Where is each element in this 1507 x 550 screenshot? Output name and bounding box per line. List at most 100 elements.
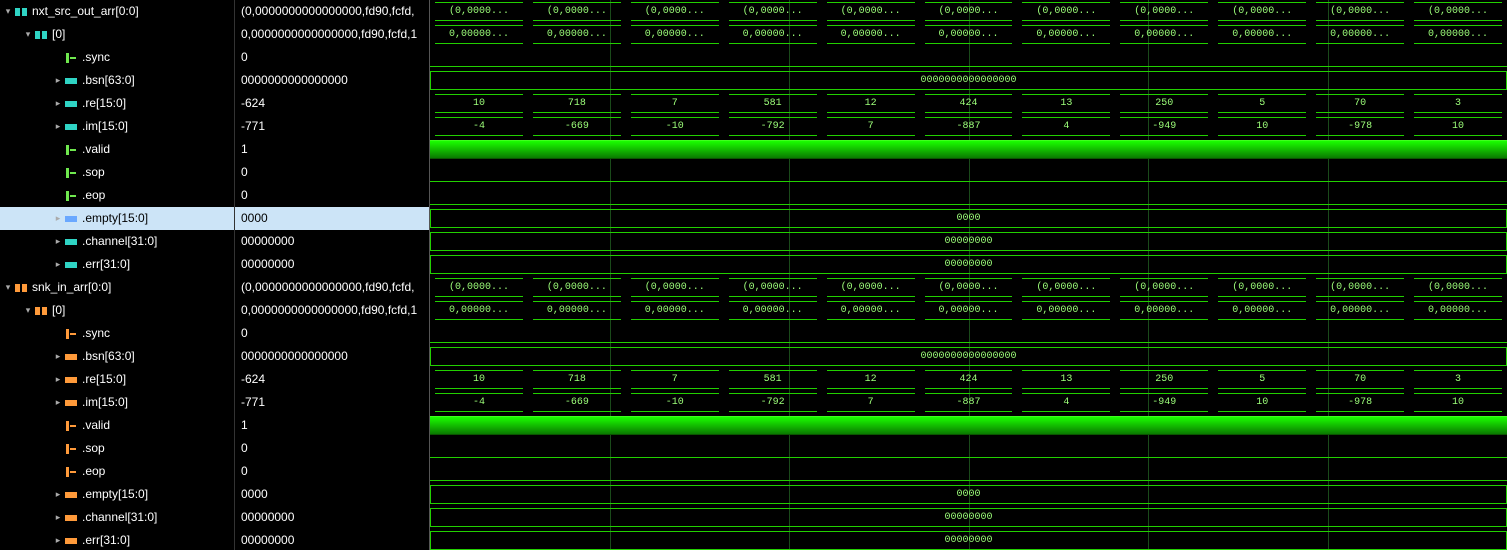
waveform-row[interactable]: [430, 46, 1507, 69]
signal-name-label: .valid: [82, 414, 110, 437]
bus-value-segment: 10: [1414, 393, 1502, 412]
expand-toggle-icon[interactable]: ▸: [52, 92, 64, 115]
signal-value-cell: (0,0000000000000000,fd90,fcfd,: [235, 0, 429, 23]
signal-row[interactable]: ▸.re[15:0]: [0, 92, 234, 115]
expand-toggle-icon[interactable]: ▸: [52, 506, 64, 529]
waveform-row[interactable]: 00000000: [430, 230, 1507, 253]
signal-row[interactable]: ▸.eop: [0, 460, 234, 483]
bus-value-segment: 0000: [430, 485, 1507, 504]
waveform-row[interactable]: 0,00000...0,00000...0,00000...0,00000...…: [430, 23, 1507, 46]
expand-toggle-icon[interactable]: ▾: [2, 0, 14, 23]
signal-row[interactable]: ▸.valid: [0, 414, 234, 437]
waveform-row[interactable]: 10718758112424132505703: [430, 92, 1507, 115]
signal-row[interactable]: ▸ .empty[15:0]: [0, 207, 234, 230]
signal-name-label: .sync: [82, 46, 110, 69]
logic-low-line: [430, 457, 1507, 458]
signal-row[interactable]: ▸.err[31:0]: [0, 529, 234, 550]
bus-teal-icon: [64, 97, 78, 111]
waveform-row[interactable]: 00000000: [430, 506, 1507, 529]
bus-orange-icon: [64, 373, 78, 387]
signal-value-cell: 0: [235, 460, 429, 483]
bus-value-segment: 0,00000...: [1218, 25, 1306, 44]
waveform-row[interactable]: (0,0000...(0,0000...(0,0000...(0,0000...…: [430, 0, 1507, 23]
waveform-row[interactable]: -4-669-10-7927-8874-94910-97810: [430, 115, 1507, 138]
wire-orange-icon: [64, 419, 78, 433]
signal-row[interactable]: ▸.valid: [0, 138, 234, 161]
expand-toggle-icon[interactable]: ▾: [2, 276, 14, 299]
signal-row[interactable]: ▸.sop: [0, 437, 234, 460]
waveform-row[interactable]: -4-669-10-7927-8874-94910-97810: [430, 391, 1507, 414]
waveform-row[interactable]: [430, 437, 1507, 460]
bus-value-segment: (0,0000...: [435, 2, 523, 21]
waveform-column[interactable]: (0,0000... (0,0000... (0,0000... (0,0000...…: [430, 0, 1507, 550]
bus-value-segment: (0,0000...: [533, 2, 621, 21]
waveform-row[interactable]: [430, 184, 1507, 207]
bus-orange-icon: [64, 511, 78, 525]
signal-row[interactable]: ▸ .channel[31:0]: [0, 506, 234, 529]
signal-name-column[interactable]: ▾nxt_src_out_arr[0:0]▾[0]▸.sync▸.bsn[63:…: [0, 0, 235, 550]
signal-row[interactable]: ▾[0]: [0, 23, 234, 46]
bus-value-segment: 4: [1022, 393, 1110, 412]
expand-toggle-icon[interactable]: ▸: [52, 483, 64, 506]
signal-row[interactable]: ▸.eop: [0, 184, 234, 207]
expand-toggle-icon[interactable]: ▸: [52, 529, 64, 550]
bus-value-segment: 12: [827, 94, 915, 113]
expand-toggle-icon[interactable]: ▸: [52, 230, 64, 253]
waveform-row[interactable]: 0000000000000000: [430, 345, 1507, 368]
signal-row[interactable]: ▸.channel[31:0]: [0, 230, 234, 253]
signal-row[interactable]: ▸.bsn[63:0]: [0, 345, 234, 368]
expand-toggle-icon[interactable]: ▸: [52, 69, 64, 92]
signal-row[interactable]: ▸.sync: [0, 46, 234, 69]
waveform-row[interactable]: 0000000000000000: [430, 69, 1507, 92]
bus-value-segment: 0000: [430, 209, 1507, 228]
signal-name-label: .sync: [82, 322, 110, 345]
waveform-row[interactable]: (0,0000...(0,0000...(0,0000...(0,0000...…: [430, 276, 1507, 299]
waveform-row[interactable]: 10718758112424132505703: [430, 368, 1507, 391]
signal-name-label: .err[31:0]: [82, 253, 130, 276]
waveform-row[interactable]: 0,00000...0,00000...0,00000...0,00000...…: [430, 299, 1507, 322]
bus-value-segment: 70: [1316, 94, 1404, 113]
signal-value-cell: 0000000000000000: [235, 345, 429, 368]
wire-orange-icon: [64, 327, 78, 341]
expand-toggle-icon[interactable]: ▾: [22, 299, 34, 322]
waveform-row[interactable]: [430, 414, 1507, 437]
expand-toggle-icon[interactable]: ▸: [52, 345, 64, 368]
signal-value-cell: 0,0000000000000000,fd90,fcfd,1: [235, 299, 429, 322]
expand-toggle-icon[interactable]: ▸: [52, 207, 64, 230]
signal-row[interactable]: ▸.im[15:0]: [0, 391, 234, 414]
waveform-row[interactable]: [430, 460, 1507, 483]
waveform-row[interactable]: [430, 138, 1507, 161]
signal-row[interactable]: ▸.re[15:0]: [0, 368, 234, 391]
expand-toggle-icon[interactable]: ▾: [22, 23, 34, 46]
waveform-row[interactable]: 00000000: [430, 253, 1507, 276]
signal-name-label: .empty[15:0]: [82, 207, 148, 230]
waveform-row[interactable]: 0000: [430, 483, 1507, 506]
waveform-row[interactable]: 0000: [430, 207, 1507, 230]
waveform-row[interactable]: 00000000: [430, 529, 1507, 550]
signal-row[interactable]: ▾[0]: [0, 299, 234, 322]
group-orange-icon: [14, 281, 28, 295]
signal-row[interactable]: ▸.sop: [0, 161, 234, 184]
signal-row[interactable]: ▸.sync: [0, 322, 234, 345]
signal-row[interactable]: ▸.im[15:0]: [0, 115, 234, 138]
signal-row[interactable]: ▾nxt_src_out_arr[0:0]: [0, 0, 234, 23]
signal-row[interactable]: ▸.empty[15:0]: [0, 483, 234, 506]
waveform-row[interactable]: [430, 322, 1507, 345]
bus-value-segment: (0,0000...: [435, 278, 523, 297]
bus-value-segment: 250: [1120, 94, 1208, 113]
bus-value-segment: (0,0000...: [1316, 278, 1404, 297]
bus-value-segment: 0,00000...: [1022, 25, 1110, 44]
waveform-row[interactable]: [430, 161, 1507, 184]
wire-green-icon: [64, 189, 78, 203]
bus-value-segment: 13: [1022, 94, 1110, 113]
bus-value-segment: 0,00000...: [1022, 301, 1110, 320]
signal-row[interactable]: ▸ .err[31:0]: [0, 253, 234, 276]
expand-toggle-icon[interactable]: ▸: [52, 391, 64, 414]
expand-toggle-icon[interactable]: ▸: [52, 253, 64, 276]
signal-name-label: .channel[31:0]: [82, 506, 157, 529]
signal-row[interactable]: ▾snk_in_arr[0:0]: [0, 276, 234, 299]
expand-toggle-icon[interactable]: ▸: [52, 115, 64, 138]
expand-toggle-icon[interactable]: ▸: [52, 368, 64, 391]
signal-row[interactable]: ▸.bsn[63:0]: [0, 69, 234, 92]
bus-value-segment: 12: [827, 370, 915, 389]
